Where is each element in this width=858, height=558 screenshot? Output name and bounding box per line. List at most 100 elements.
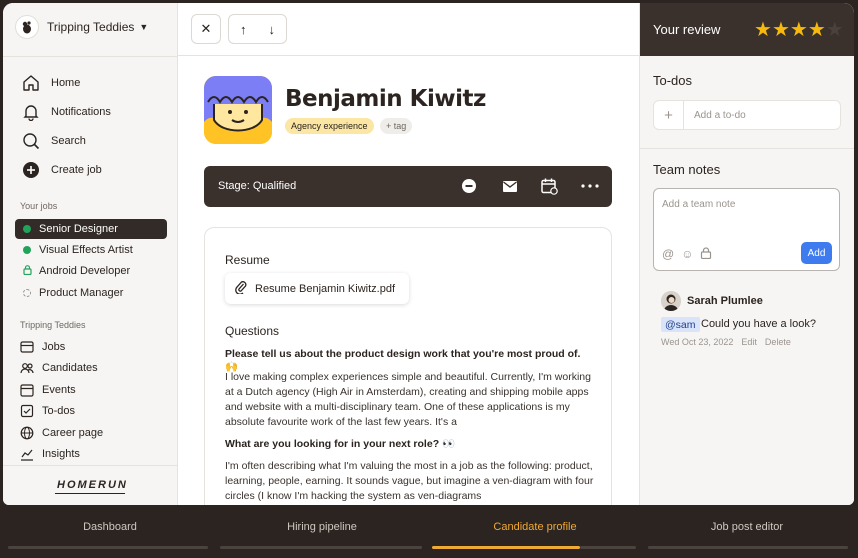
tab-indicator	[580, 546, 636, 549]
home-icon	[21, 73, 41, 93]
sidebar: Tripping Teddies ▼ Home Notifications Se…	[3, 3, 178, 505]
job-item-android-developer[interactable]: Android Developer	[15, 261, 167, 281]
stage-label[interactable]: Stage: Qualified	[218, 180, 296, 192]
nav-career-page[interactable]: Career page	[20, 426, 103, 440]
arrow-down-icon[interactable]: ↓	[258, 22, 287, 37]
todo-input[interactable]: + Add a to-do	[653, 100, 841, 130]
star-icon[interactable]: ★	[808, 17, 826, 42]
question-text: What are you looking for in your next ro…	[225, 438, 456, 450]
more-icon[interactable]	[580, 176, 600, 196]
chevron-down-icon: ▼	[139, 22, 149, 32]
todos-heading: To-dos	[653, 73, 693, 88]
brand-underline	[55, 493, 125, 494]
mention-icon[interactable]: @	[662, 247, 674, 262]
note-tools: @ ☺	[662, 247, 712, 262]
lock-icon	[23, 264, 32, 278]
resume-file[interactable]: Resume Benjamin Kiwitz.pdf	[225, 273, 410, 304]
arrow-up-icon[interactable]: ↑	[229, 22, 258, 37]
status-dot	[23, 225, 31, 233]
questions-heading: Questions	[225, 324, 280, 338]
comment-date: Wed Oct 23, 2022	[661, 337, 734, 347]
nav-label: Insights	[42, 448, 80, 460]
calendar-add-icon[interactable]	[539, 176, 559, 196]
private-lock-icon[interactable]	[700, 247, 712, 262]
tab-candidate-profile[interactable]: Candidate profile	[435, 505, 635, 558]
comment-author: Sarah Plumlee	[687, 295, 763, 307]
divider	[640, 148, 854, 149]
app-window: Tripping Teddies ▼ Home Notifications Se…	[3, 3, 854, 505]
nav-label: Create job	[51, 164, 102, 176]
job-item-product-manager[interactable]: Product Manager	[15, 283, 167, 303]
resume-heading: Resume	[225, 253, 270, 267]
answer-text: I love making complex experiences simple…	[225, 371, 591, 428]
nav-events[interactable]: Events	[20, 383, 76, 397]
star-icon[interactable]: ★	[772, 17, 790, 42]
nav-home[interactable]: Home	[21, 73, 80, 93]
disqualify-icon[interactable]	[459, 176, 479, 196]
nav-candidates[interactable]: Candidates	[20, 361, 98, 375]
tab-indicator	[648, 546, 848, 549]
status-dot	[23, 289, 31, 297]
prev-next-buttons: ↑ ↓	[228, 14, 287, 44]
emoji-icon[interactable]: ☺	[681, 247, 693, 262]
stage-bar: Stage: Qualified	[204, 166, 612, 207]
answer-text: I'm often describing what I'm valuing th…	[225, 460, 594, 502]
candidate-tag[interactable]: Agency experience	[285, 118, 374, 134]
delete-link[interactable]: Delete	[765, 337, 791, 347]
nav-label: Events	[42, 384, 76, 396]
mail-icon[interactable]	[500, 176, 520, 196]
application-card: Resume Resume Benjamin Kiwitz.pdf Questi…	[204, 227, 612, 505]
company-section-title: Tripping Teddies	[20, 320, 86, 330]
add-note-button[interactable]: Add	[801, 242, 832, 264]
tab-hiring-pipeline[interactable]: Hiring pipeline	[222, 505, 422, 558]
star-icon[interactable]: ★	[754, 17, 772, 42]
add-tag-button[interactable]: + tag	[380, 118, 413, 134]
side-panel: Your review ★ ★ ★ ★ ★ To-dos + Add a to-…	[639, 3, 854, 505]
nav-notifications[interactable]: Notifications	[21, 102, 111, 122]
globe-icon	[20, 426, 34, 440]
org-name: Tripping Teddies	[47, 20, 135, 34]
edit-link[interactable]: Edit	[741, 337, 757, 347]
notes-heading: Team notes	[653, 162, 721, 177]
resume-filename: Resume Benjamin Kiwitz.pdf	[255, 282, 396, 295]
tab-dashboard[interactable]: Dashboard	[10, 505, 210, 558]
nav-create-job[interactable]: Create job	[21, 160, 102, 180]
mention-chip[interactable]: @sam	[661, 317, 700, 332]
close-button[interactable]: ✕	[191, 14, 221, 44]
jobs-icon	[20, 340, 34, 354]
nav-insights[interactable]: Insights	[20, 447, 80, 461]
nav-label: Jobs	[42, 341, 66, 353]
nav-label: Notifications	[51, 106, 111, 118]
job-label: Product Manager	[39, 287, 124, 299]
nav-label: To-dos	[42, 405, 76, 417]
tab-indicator-active	[432, 546, 580, 549]
star-icon[interactable]: ★	[790, 17, 808, 42]
job-label: Senior Designer	[39, 223, 118, 235]
divider	[3, 56, 178, 57]
team-note-input[interactable]: Add a team note @ ☺ Add	[653, 188, 840, 271]
status-dot	[23, 246, 31, 254]
main-content: ✕ ↑ ↓ Benjamin Kiwitz Agency experience …	[178, 3, 639, 505]
people-icon	[20, 361, 34, 375]
tab-indicator	[220, 546, 422, 549]
tab-job-post-editor[interactable]: Job post editor	[647, 505, 847, 558]
star-icon[interactable]: ★	[826, 17, 844, 42]
nav-label: Search	[51, 135, 86, 147]
nav-search[interactable]: Search	[21, 131, 86, 151]
plus-circle-icon	[21, 160, 41, 180]
comment-text: Could you have a look?	[701, 318, 816, 330]
job-item-senior-designer[interactable]: Senior Designer	[15, 219, 167, 239]
jobs-section-title: Your jobs	[20, 201, 58, 211]
job-item-visual-effects-artist[interactable]: Visual Effects Artist	[15, 240, 167, 260]
nav-todos[interactable]: To-dos	[20, 404, 75, 418]
star-rating[interactable]: ★ ★ ★ ★ ★	[754, 17, 844, 42]
close-icon: ✕	[200, 21, 212, 36]
paperclip-icon	[235, 280, 247, 297]
bell-icon	[21, 102, 41, 122]
note-placeholder: Add a team note	[662, 199, 736, 210]
nav-jobs[interactable]: Jobs	[20, 340, 65, 354]
nav-label: Candidates	[42, 362, 98, 374]
org-switcher[interactable]: Tripping Teddies ▼	[15, 13, 148, 41]
plus-icon[interactable]: +	[654, 100, 684, 130]
bear-icon	[15, 15, 39, 39]
